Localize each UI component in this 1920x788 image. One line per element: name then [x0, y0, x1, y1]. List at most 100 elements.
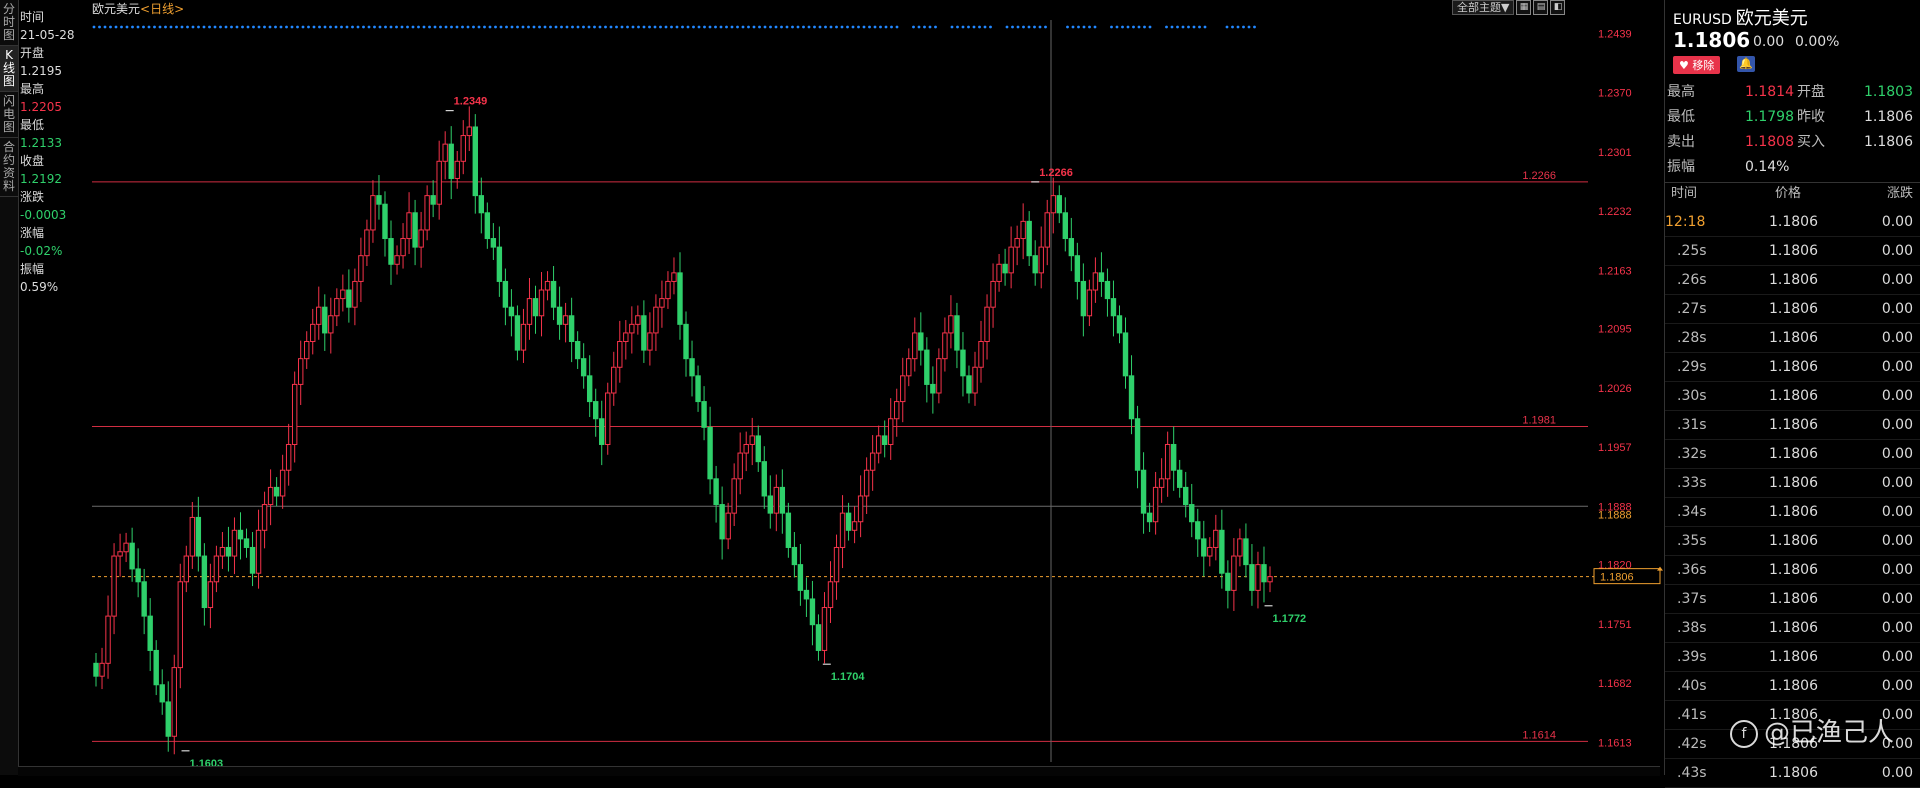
left-tab-0[interactable]: 分时图: [0, 0, 18, 46]
signal-dot: [807, 25, 811, 29]
stat-value: 1.1803: [1864, 84, 1913, 100]
candle-body: [201, 555, 208, 609]
signal-dot: [1093, 25, 1097, 29]
tick-list-header: 时间 价格 涨跌: [1665, 182, 1920, 205]
candle-body: [574, 341, 581, 360]
candle-body: [430, 195, 436, 205]
candle-body: [1225, 572, 1231, 591]
signal-dot: [912, 25, 915, 29]
quote-symbol-code: EURUSD: [1673, 12, 1732, 28]
tick-row[interactable]: .38s 1.1806 0.00: [1665, 614, 1920, 643]
tick-time: .35s: [1677, 533, 1707, 549]
tick-row[interactable]: .28s 1.1806 0.00: [1665, 324, 1920, 353]
tick-row[interactable]: .37s 1.1806 0.00: [1665, 585, 1920, 614]
tick-row[interactable]: .34s 1.1806 0.00: [1665, 498, 1920, 527]
tick-row[interactable]: .35s 1.1806 0.00: [1665, 527, 1920, 556]
tick-row[interactable]: .32s 1.1806 0.00: [1665, 440, 1920, 469]
tick-row[interactable]: .31s 1.1806 0.00: [1665, 411, 1920, 440]
signal-dot: [681, 25, 684, 29]
left-tab-2[interactable]: 闪电图: [0, 92, 18, 138]
candle-body: [550, 280, 557, 308]
candle-body: [1140, 469, 1147, 514]
left-tab-1[interactable]: K线图: [0, 46, 18, 92]
candle-body: [1062, 212, 1069, 240]
signal-dot: [560, 25, 563, 29]
tick-row[interactable]: 12:18 1.1806 0.00: [1665, 208, 1920, 237]
signal-dot: [180, 25, 184, 29]
signal-dot: [1126, 25, 1130, 29]
signal-dot: [835, 25, 838, 29]
remove-favorite-button[interactable]: ♥ 移除: [1673, 56, 1721, 74]
stat-value: 1.1814: [1745, 84, 1794, 100]
candle-body: [1189, 504, 1195, 523]
tick-row[interactable]: .30s 1.1806 0.00: [1665, 382, 1920, 411]
signal-dot: [444, 25, 448, 29]
signal-dot: [263, 25, 266, 29]
signal-dot: [950, 25, 954, 29]
candle-body: [364, 229, 370, 257]
info-amplitude-value: 0.59%: [20, 280, 59, 294]
tick-row[interactable]: .43s 1.1806 0.00: [1665, 759, 1920, 788]
signal-dot: [367, 25, 371, 29]
tick-row[interactable]: .27s 1.1806 0.00: [1665, 295, 1920, 324]
signal-dot: [670, 25, 673, 29]
candle-body: [990, 280, 996, 308]
signal-dot: [747, 25, 750, 29]
y-tick-label-right: 1.2301: [1598, 147, 1632, 159]
signal-dot: [1137, 25, 1141, 29]
signal-dot: [477, 25, 481, 29]
candle-body: [1261, 564, 1267, 583]
tick-change: 0.00: [1881, 330, 1913, 346]
stat-label: 振幅: [1667, 159, 1695, 175]
signal-dot: [840, 25, 844, 29]
signal-dot: [323, 25, 327, 29]
tick-row[interactable]: .26s 1.1806 0.00: [1665, 266, 1920, 295]
tick-change: 0.00: [1881, 446, 1913, 462]
y-tick-label-right: 1.1682: [1598, 678, 1632, 690]
bell-icon[interactable]: 🔔: [1737, 56, 1755, 72]
quote-change-pct: 0.00%: [1795, 34, 1840, 50]
candle-body: [376, 195, 382, 205]
signal-dot: [318, 25, 321, 29]
signal-dot: [499, 25, 503, 29]
signal-dot: [169, 25, 173, 29]
tick-row[interactable]: .40s 1.1806 0.00: [1665, 672, 1920, 701]
stat-label: 昨收: [1797, 109, 1825, 125]
candle-body: [436, 160, 442, 205]
tick-row[interactable]: .25s 1.1806 0.00: [1665, 237, 1920, 266]
signal-dot: [158, 25, 162, 29]
candle-body: [617, 341, 623, 368]
signal-dot: [268, 25, 272, 29]
stat-row: 振幅 0.14%: [1665, 155, 1920, 180]
tick-change: 0.00: [1881, 359, 1913, 375]
tick-list[interactable]: 12:18 1.1806 0.00 .25s 1.1806 0.00 .26s 1.1806 0…: [1665, 208, 1920, 788]
candle-body: [1116, 315, 1123, 334]
candle-body: [785, 512, 792, 548]
stat-value: 1.1806: [1864, 134, 1913, 150]
candle-body: [954, 315, 960, 351]
tick-row[interactable]: .39s 1.1806 0.00: [1665, 643, 1920, 672]
candlestick-chart[interactable]: 1.2266 1.1981 1.1614 1.2439 1.2370 1.2301 1.22…: [90, 0, 1664, 766]
left-tab-3[interactable]: 合约资料: [0, 138, 18, 197]
stat-value: 1.1798: [1745, 109, 1794, 125]
signal-dot: [378, 25, 382, 29]
signal-dot: [917, 25, 921, 29]
signal-dot: [1022, 25, 1025, 29]
candle-body: [869, 452, 876, 471]
watermark: f @已渔己人: [1730, 712, 1894, 749]
signal-dot: [802, 25, 805, 29]
signal-dot: [1231, 25, 1234, 29]
info-low-label: 最低: [20, 118, 45, 132]
candle-body: [394, 255, 400, 265]
tick-row[interactable]: .33s 1.1806 0.00: [1665, 469, 1920, 498]
tick-time: .41s: [1677, 707, 1707, 723]
candle-body: [213, 555, 220, 583]
tick-price: 1.1806: [1769, 678, 1818, 694]
signal-dot: [290, 25, 294, 29]
tick-row[interactable]: .29s 1.1806 0.00: [1665, 353, 1920, 382]
tick-row[interactable]: .36s 1.1806 0.00: [1665, 556, 1920, 585]
tick-time: .32s: [1677, 446, 1707, 462]
candle-body: [141, 581, 147, 617]
candle-body: [1213, 529, 1219, 548]
candle-body: [845, 512, 852, 531]
